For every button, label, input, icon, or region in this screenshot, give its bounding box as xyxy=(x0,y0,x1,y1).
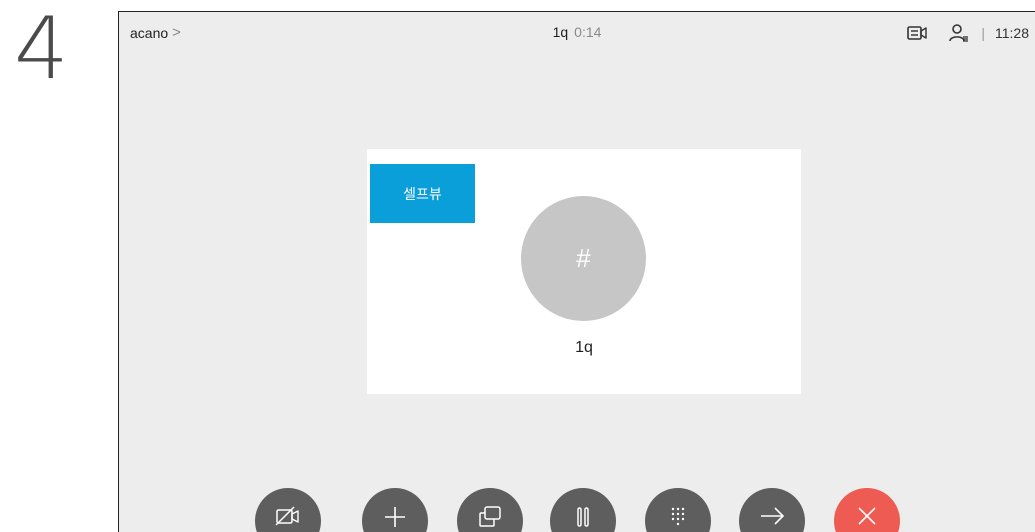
end-call-button[interactable] xyxy=(834,488,900,532)
step-number: 4 xyxy=(14,0,69,99)
transfer-button[interactable] xyxy=(739,488,805,532)
top-bar: acano > 1q 0:14 | 11:28 xyxy=(119,12,1035,56)
call-controls xyxy=(119,488,1035,532)
arrow-right-icon xyxy=(759,506,785,526)
camera-layout-icon[interactable] xyxy=(907,25,928,41)
camera-off-button[interactable] xyxy=(255,488,321,532)
separator: | xyxy=(981,25,985,41)
share-button[interactable] xyxy=(457,488,523,532)
call-screen: acano > 1q 0:14 | 11:28 셀프뷰 # 1q xyxy=(118,11,1035,532)
call-name: 1q xyxy=(552,24,569,40)
keypad-icon xyxy=(670,506,686,526)
camera-off-icon xyxy=(275,506,301,526)
selfview-button[interactable]: 셀프뷰 xyxy=(370,164,475,223)
hold-button[interactable] xyxy=(550,488,616,532)
keypad-button[interactable] xyxy=(645,488,711,532)
top-right-area: | 11:28 xyxy=(907,20,1035,46)
plus-icon xyxy=(384,506,406,528)
call-timer: 0:14 xyxy=(574,24,602,40)
pause-icon xyxy=(576,506,590,528)
caller-name: 1q xyxy=(575,339,593,356)
video-card: 셀프뷰 # 1q xyxy=(367,149,801,394)
add-participant-button[interactable] xyxy=(362,488,428,532)
avatar: # xyxy=(521,196,646,321)
share-icon xyxy=(478,506,502,528)
clock: 11:28 xyxy=(995,25,1029,41)
participants-icon[interactable] xyxy=(949,24,969,42)
call-title: 1q 0:14 xyxy=(119,24,1035,40)
close-icon xyxy=(857,506,877,526)
